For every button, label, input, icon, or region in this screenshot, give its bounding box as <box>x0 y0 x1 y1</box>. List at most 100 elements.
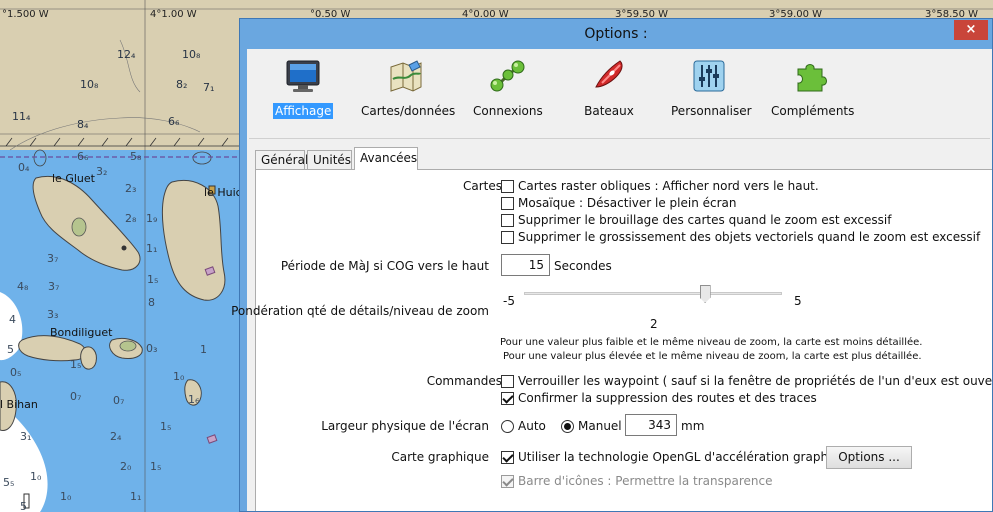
radio-button[interactable] <box>501 419 514 433</box>
checkbox-raster-north-up[interactable]: Cartes raster obliques : Afficher nord v… <box>501 179 819 193</box>
screen-width-input[interactable]: 343 <box>625 414 677 436</box>
depth-sounding: 10₈ <box>80 78 99 91</box>
checkbox-label: Cartes raster obliques : Afficher nord v… <box>518 179 819 193</box>
screen-width-unit: mm <box>681 419 705 433</box>
depth-sounding: 5₅ <box>3 476 14 489</box>
drying-area <box>71 217 87 237</box>
checkbox-suppress-blur[interactable]: Supprimer le brouillage des cartes quand… <box>501 213 891 227</box>
depth-sounding: 3₂ <box>96 165 107 178</box>
zoom-detail-slider-track[interactable] <box>524 292 782 295</box>
tab-avancees[interactable]: Avancées <box>354 147 418 170</box>
depth-sounding: 12₄ <box>117 48 136 61</box>
checkbox-label: Supprimer le brouillage des cartes quand… <box>518 213 892 227</box>
checkbox-box[interactable] <box>501 213 514 227</box>
advanced-panel: Cartes Cartes raster obliques : Afficher… <box>231 169 993 511</box>
depth-sounding: 1₅ <box>147 273 158 286</box>
depth-sounding: 3₇ <box>48 280 59 293</box>
rock-mark <box>121 245 127 251</box>
checkbox-toolbar-transparency[interactable]: Barre d'icônes : Permettre la transparen… <box>501 474 773 488</box>
depth-sounding: 8₄ <box>77 118 89 131</box>
checkbox-lock-waypoints[interactable]: Verrouiller les waypoint ( sauf si la fe… <box>501 374 993 388</box>
checkbox-label: Verrouiller les waypoint ( sauf si la fe… <box>518 374 993 388</box>
toolbar-item-bateaux[interactable]: Bateaux <box>579 57 639 119</box>
depth-sounding: 1₀ <box>60 490 72 503</box>
depth-sounding: 5 <box>20 500 27 512</box>
checkbox-box[interactable] <box>501 196 514 210</box>
checkbox-label: Confirmer la suppression des routes et d… <box>518 391 817 405</box>
cog-period-label: Période de MàJ si COG vers le haut <box>280 259 489 273</box>
screen-width-label: Largeur physique de l'écran <box>321 419 489 433</box>
chart-coord-label: °1.500 W <box>2 9 49 20</box>
depth-sounding: 1₅ <box>160 420 171 433</box>
depth-sounding: 3₃ <box>47 308 58 321</box>
checkbox-box[interactable] <box>501 391 514 405</box>
network-icon <box>490 60 525 92</box>
depth-sounding: 10₈ <box>182 48 201 61</box>
chart-place-name: le Gluet <box>52 172 96 185</box>
boat-icon <box>595 60 623 88</box>
depth-sounding: 1₉ <box>146 212 157 225</box>
depth-sounding: 1₁ <box>130 490 141 503</box>
depth-sounding: 1₀ <box>173 370 185 383</box>
options-dialog: Options : × Affichage Cartes/données Con… <box>231 18 993 512</box>
opengl-options-button[interactable]: Options ... <box>826 446 912 469</box>
checkbox-mosaic[interactable]: Mosaïque : Désactiver le plein écran <box>501 196 737 210</box>
toolbar-item-connexions[interactable]: Connexions <box>471 57 543 119</box>
checkbox-box[interactable] <box>501 474 514 488</box>
charts-icon <box>390 60 422 92</box>
zoom-detail-slider-thumb[interactable] <box>699 285 711 303</box>
radio-screen-manual[interactable]: Manuel : <box>561 419 630 433</box>
checkbox-box[interactable] <box>501 450 514 464</box>
options-toolbar: Affichage Cartes/données Connexions Bate… <box>249 51 990 139</box>
depth-sounding: 3₁ <box>20 430 31 443</box>
toolbar-item-cartes[interactable]: Cartes/données <box>359 57 455 119</box>
radio-screen-auto[interactable]: Auto <box>501 419 546 433</box>
depth-sounding: 1 <box>200 343 207 356</box>
depth-sounding: 6₆ <box>168 115 180 128</box>
rock-area <box>192 151 212 165</box>
dialog-titlebar[interactable]: Options : × <box>240 19 992 49</box>
depth-sounding: 3₇ <box>47 252 58 265</box>
checkbox-suppress-magnification[interactable]: Supprimer le grossissement des objets ve… <box>501 230 980 244</box>
zoom-max-label: 5 <box>794 294 802 308</box>
rock-area <box>33 149 47 167</box>
depth-sounding: 1₆ <box>188 393 200 406</box>
checkbox-box[interactable] <box>501 374 514 388</box>
checkbox-box[interactable] <box>501 179 514 193</box>
toolbar-item-complements[interactable]: Compléments <box>769 57 854 119</box>
checkbox-label: Supprimer le grossissement des objets ve… <box>518 230 981 244</box>
puzzle-icon <box>797 64 827 92</box>
depth-sounding: 2₀ <box>120 460 132 473</box>
toolbar-label: Cartes/données <box>361 104 456 118</box>
cog-period-input[interactable]: 15 <box>501 254 550 276</box>
toolbar-label: Personnaliser <box>671 104 752 118</box>
sliders-icon <box>693 60 725 92</box>
checkbox-label: Barre d'icônes : Permettre la transparen… <box>518 474 773 488</box>
chart-coord-label: 4°1.00 W <box>150 9 197 20</box>
chart-place-name: le Huic <box>204 186 242 199</box>
chart-place-name: Bondiliguet <box>50 326 113 339</box>
toolbar-item-affichage[interactable]: Affichage <box>273 57 334 119</box>
radio-label: Manuel : <box>578 419 630 433</box>
depth-sounding: 4 <box>9 313 16 326</box>
zoom-note-lower: Pour une valeur plus faible et le même n… <box>500 337 923 348</box>
toolbar-label: Connexions <box>473 104 543 118</box>
toolbar-label: Bateaux <box>584 104 634 118</box>
depth-sounding: 1₀ <box>30 470 42 483</box>
zoom-detail-label: Pondération qté de détails/niveau de zoo… <box>231 304 489 318</box>
tab-general[interactable]: Général <box>255 150 308 169</box>
close-button[interactable]: × <box>954 20 988 40</box>
checkbox-opengl[interactable]: Utiliser la technologie OpenGL d'accélér… <box>501 450 854 464</box>
depth-sounding: 0₃ <box>146 342 157 355</box>
depth-sounding: 6₆ <box>77 150 89 163</box>
checkbox-confirm-delete[interactable]: Confirmer la suppression des routes et d… <box>501 391 817 405</box>
depth-sounding: 0₄ <box>18 161 30 174</box>
depth-sounding: 0₇ <box>113 394 124 407</box>
checkbox-box[interactable] <box>501 230 514 244</box>
toolbar-item-personnaliser[interactable]: Personnaliser <box>669 57 752 119</box>
depth-sounding: 7₁ <box>203 81 214 94</box>
depth-sounding: 5 <box>7 343 14 356</box>
depth-sounding: 2₄ <box>110 430 122 443</box>
radio-button[interactable] <box>561 419 574 433</box>
tab-unites[interactable]: Unités <box>307 150 352 169</box>
